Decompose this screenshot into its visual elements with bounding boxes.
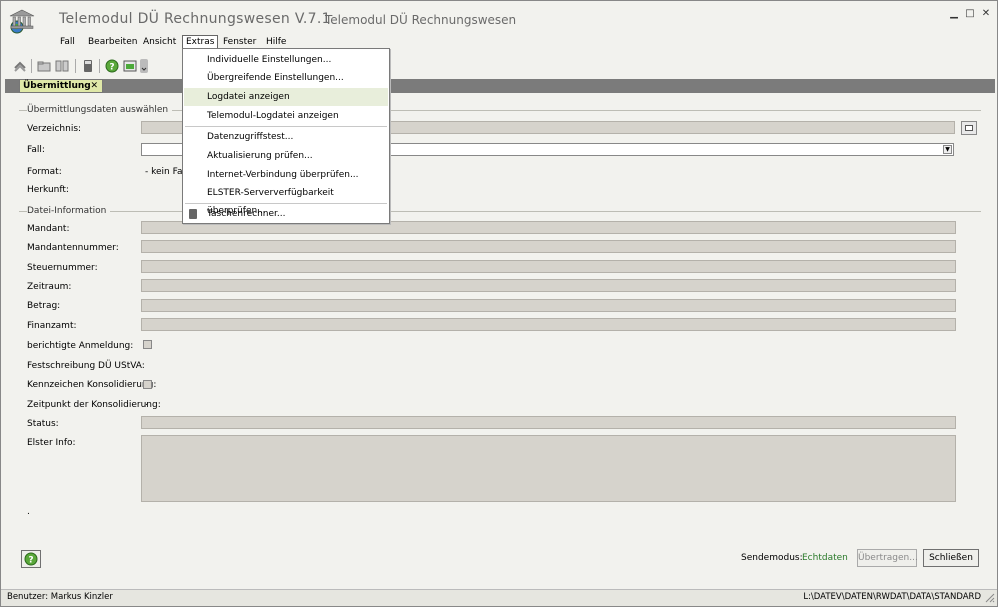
sendemodus-value: Echtdaten	[802, 553, 848, 563]
svg-text:?: ?	[109, 63, 114, 73]
menu-item-internet-verbindung[interactable]: Internet-Verbindung überprüfen...	[184, 166, 388, 184]
tab-uebermittlung[interactable]: Übermittlung ✕	[19, 79, 103, 93]
bank-building-icon	[9, 9, 35, 34]
betrag-field	[141, 299, 956, 312]
menu-item-telemodul-logdatei-anzeigen[interactable]: Telemodul-Logdatei anzeigen	[184, 107, 388, 125]
transfer-icon[interactable]	[13, 59, 27, 73]
extras-dropdown-menu: Individuelle Einstellungen... Übergreife…	[182, 48, 390, 224]
status-user: Benutzer: Markus Kinzler	[7, 592, 113, 602]
label-finanzamt: Finanzamt:	[27, 321, 77, 331]
steuernummer-field	[141, 260, 956, 273]
label-status: Status:	[27, 419, 59, 429]
close-tab-icon[interactable]: ✕	[90, 80, 98, 92]
menu-item-taschenrechner[interactable]: Taschenrechner...	[184, 205, 388, 223]
sendemodus-label: Sendemodus:	[741, 553, 803, 563]
book-icon[interactable]	[55, 59, 69, 73]
schliessen-button[interactable]: Schließen	[923, 549, 979, 567]
status-path: L:\DATEV\DATEN\RWDAT\DATA\STANDARD	[803, 592, 981, 602]
main-content: Übermittlungsdaten auswählen Verzeichnis…	[5, 93, 995, 589]
label-kennzeichen-konsolidierung: Kennzeichen Konsolidierung:	[27, 380, 157, 390]
label-mandantennummer: Mandantennummer:	[27, 243, 119, 253]
label-herkunft: Herkunft:	[27, 185, 69, 195]
menu-item-individuelle-einstellungen[interactable]: Individuelle Einstellungen...	[184, 51, 388, 69]
label-zeitraum: Zeitraum:	[27, 282, 72, 292]
status-field	[141, 416, 956, 429]
menu-item-elster-serververfuegbarkeit[interactable]: ELSTER-Serververfügbarkeit überprüfen...	[184, 184, 388, 216]
close-window-button[interactable]: ✕	[979, 7, 993, 21]
label-zeitpunkt-konsolidierung: Zeitpunkt der Konsolidierung:	[27, 400, 161, 410]
screen-icon[interactable]	[123, 59, 137, 73]
tab-label: Übermittlung	[23, 81, 91, 91]
menu-item-uebergreifende-einstellungen[interactable]: Übergreifende Einstellungen...	[184, 69, 388, 87]
finanzamt-field	[141, 318, 956, 331]
tab-strip: Übermittlung ✕	[5, 79, 995, 93]
trailing-dot: .	[27, 507, 30, 517]
resize-grip-icon[interactable]	[985, 593, 995, 603]
calculator-icon[interactable]	[81, 59, 95, 73]
window-subtitle: Telemodul DÜ Rechnungswesen	[325, 13, 517, 27]
label-verzeichnis: Verzeichnis:	[27, 124, 82, 134]
menu-hilfe[interactable]: Hilfe	[263, 35, 289, 49]
menu-fenster[interactable]: Fenster	[220, 35, 259, 49]
menu-separator	[185, 203, 387, 204]
help-icon[interactable]: ?	[105, 59, 119, 73]
menu-item-logdatei-anzeigen[interactable]: Logdatei anzeigen	[184, 88, 388, 106]
section-datei-information-title: Datei-Information	[27, 206, 111, 216]
menu-ansicht[interactable]: Ansicht	[140, 35, 179, 49]
toolbar-overflow-icon[interactable]	[140, 59, 148, 73]
menu-fall[interactable]: Fall	[57, 35, 78, 49]
zeitraum-field	[141, 279, 956, 292]
menu-item-datenzugriffstest[interactable]: Datenzugriffstest...	[184, 128, 388, 146]
uebertragen-button[interactable]: Übertragen...	[857, 549, 918, 567]
label-betrag: Betrag:	[27, 301, 61, 311]
label-berichtigte-anmeldung: berichtigte Anmeldung:	[27, 341, 134, 351]
svg-text:?: ?	[28, 556, 33, 566]
label-festschreibung: Festschreibung DÜ UStVA:	[27, 361, 145, 371]
menu-item-taschenrechner-label: Taschenrechner...	[207, 209, 286, 219]
kennzeichen-konsolidierung-checkbox[interactable]	[143, 380, 152, 389]
application-window: Telemodul DÜ Rechnungswesen V.7.1 Telemo…	[0, 0, 998, 607]
maximize-button[interactable]: □	[963, 7, 977, 21]
section-uebermittlungsdaten-title: Übermittlungsdaten auswählen	[27, 105, 173, 115]
minimize-button[interactable]: ▁	[947, 7, 961, 21]
calculator-icon	[189, 209, 197, 219]
toolbar: ?	[9, 57, 159, 77]
chevron-down-icon[interactable]: ▼	[943, 145, 952, 154]
mandantennummer-field	[141, 240, 956, 253]
browse-directory-button[interactable]	[961, 121, 977, 135]
status-bar: Benutzer: Markus Kinzler L:\DATEV\DATEN\…	[1, 589, 997, 606]
berichtigte-anmeldung-checkbox[interactable]	[143, 340, 152, 349]
label-steuernummer: Steuernummer:	[27, 263, 98, 273]
folder-icon[interactable]	[37, 59, 51, 73]
label-fall: Fall:	[27, 145, 45, 155]
zeitpunkt-value: .	[145, 398, 148, 408]
elster-info-field	[141, 435, 956, 502]
help-icon[interactable]: ?	[21, 550, 41, 568]
menu-item-aktualisierung-pruefen[interactable]: Aktualisierung prüfen...	[184, 147, 388, 165]
label-elster-info: Elster Info:	[27, 438, 76, 448]
menu-bearbeiten[interactable]: Bearbeiten	[85, 35, 140, 49]
title-bar: Telemodul DÜ Rechnungswesen V.7.1 Telemo…	[1, 1, 997, 34]
label-mandant: Mandant:	[27, 224, 70, 234]
label-format: Format:	[27, 167, 62, 177]
menu-extras[interactable]: Extras	[182, 35, 219, 49]
menu-separator	[185, 126, 387, 127]
window-title: Telemodul DÜ Rechnungswesen V.7.1	[59, 11, 331, 27]
